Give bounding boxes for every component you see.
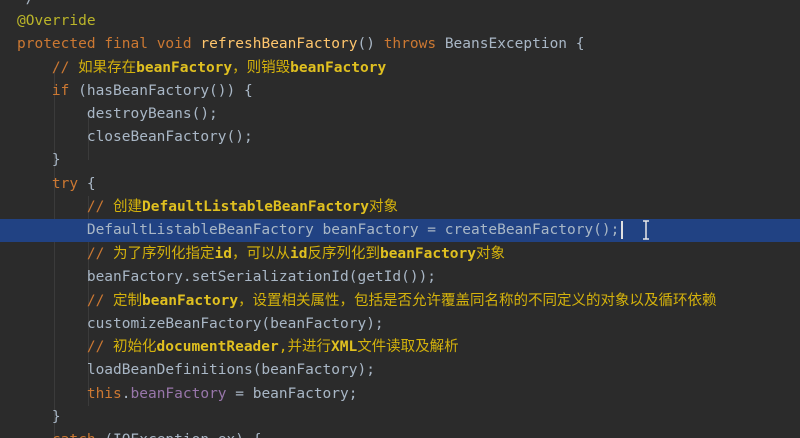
code-token: id <box>290 246 308 262</box>
code-token: if <box>17 83 79 99</box>
code-line[interactable]: } <box>0 149 800 172</box>
code-line[interactable]: loadBeanDefinitions(beanFactory); <box>0 359 800 382</box>
code-line[interactable]: closeBeanFactory(); <box>0 126 800 149</box>
code-token: protected <box>17 36 105 52</box>
code-token: (IOException ex) { <box>104 432 261 438</box>
code-line[interactable]: beanFactory.setSerializationId(getId()); <box>0 266 800 289</box>
code-line[interactable]: catch (IOException ex) { <box>0 429 800 438</box>
code-token: destroyBeans(); <box>17 106 218 122</box>
code-token: 为了序列化指定 <box>113 246 215 262</box>
code-token: BeansException { <box>444 36 585 52</box>
code-line-current[interactable]: DefaultListableBeanFactory beanFactory =… <box>0 219 800 242</box>
code-token: ,并进行 <box>278 339 331 355</box>
code-token: beanFactory <box>142 293 239 309</box>
code-token: @Override <box>17 13 96 29</box>
code-token: refreshBeanFactory <box>200 36 358 52</box>
code-token: this <box>17 386 122 402</box>
text-caret <box>621 221 624 239</box>
code-token: beanFactory <box>130 386 227 402</box>
code-token: 初始化 <box>113 339 157 355</box>
code-line[interactable]: // 如果存在beanFactory，则销毁beanFactory <box>0 57 800 80</box>
code-token: (hasBeanFactory()) { <box>78 83 253 99</box>
code-line[interactable]: // 为了序列化指定id，可以从id反序列化到beanFactory对象 <box>0 243 800 266</box>
code-line[interactable]: // 创建DefaultListableBeanFactory对象 <box>0 196 800 219</box>
code-token: documentReader <box>156 339 279 355</box>
code-token: // <box>17 339 114 355</box>
code-line[interactable]: @Override <box>0 10 800 33</box>
code-token: try <box>17 176 87 192</box>
code-token: . <box>121 386 131 402</box>
code-token: */ <box>17 0 34 7</box>
code-token: closeBeanFactory(); <box>17 129 253 145</box>
code-token: beanFactory <box>379 246 476 262</box>
code-line[interactable]: // 初始化documentReader,并进行XML文件读取及解析 <box>0 336 800 359</box>
code-token: { <box>86 176 96 192</box>
code-token: // <box>17 199 114 215</box>
code-token: 对象 <box>476 246 505 262</box>
code-token: ，设置相关属性，包括是否允许覆盖同名称的不同定义的对象以及循环依赖 <box>238 293 717 309</box>
code-token: // <box>17 293 114 309</box>
code-line[interactable]: protected final void refreshBeanFactory(… <box>0 33 800 56</box>
code-line[interactable]: } <box>0 406 800 429</box>
code-line[interactable]: // 定制beanFactory，设置相关属性，包括是否允许覆盖同名称的不同定义… <box>0 290 800 313</box>
code-token: 反序列化到 <box>307 246 380 262</box>
code-token: beanFactory.setSerializationId(getId()); <box>17 269 437 285</box>
code-token: customizeBeanFactory(beanFactory); <box>17 316 384 332</box>
code-token: throws <box>383 36 445 52</box>
code-token: 如果存在 <box>78 60 137 76</box>
code-line[interactable]: if (hasBeanFactory()) { <box>0 80 800 103</box>
code-token: 文件读取及解析 <box>357 339 459 355</box>
code-token: loadBeanDefinitions(beanFactory); <box>17 362 375 378</box>
code-line[interactable]: try { <box>0 173 800 196</box>
code-token: 创建 <box>113 199 143 215</box>
code-token: beanFactory <box>290 60 387 76</box>
code-token: catch <box>17 432 104 438</box>
code-token: final <box>104 36 157 52</box>
code-token: // <box>17 60 79 76</box>
code-token: ，则销毁 <box>232 60 291 76</box>
code-token: } <box>17 152 61 168</box>
code-token: // <box>17 246 114 262</box>
code-token: 定制 <box>113 293 143 309</box>
code-line[interactable]: customizeBeanFactory(beanFactory); <box>0 313 800 336</box>
code-token: beanFactory <box>136 60 233 76</box>
code-token: ，可以从 <box>232 246 290 262</box>
code-token: } <box>17 409 61 425</box>
code-token: DefaultListableBeanFactory <box>142 199 370 215</box>
code-token: id <box>214 246 232 262</box>
code-line[interactable]: destroyBeans(); <box>0 103 800 126</box>
code-token: void <box>156 36 201 52</box>
code-line[interactable]: this.beanFactory = beanFactory; <box>0 383 800 406</box>
code-token: 对象 <box>369 199 399 215</box>
code-token: () <box>357 36 384 52</box>
code-editor[interactable]: */ @Override protected final void refreshB… <box>0 0 800 438</box>
code-token: = beanFactory; <box>226 386 358 402</box>
code-token: XML <box>330 339 358 355</box>
code-token: DefaultListableBeanFactory beanFactory =… <box>17 222 620 238</box>
ibeam-cursor-icon <box>643 220 649 240</box>
